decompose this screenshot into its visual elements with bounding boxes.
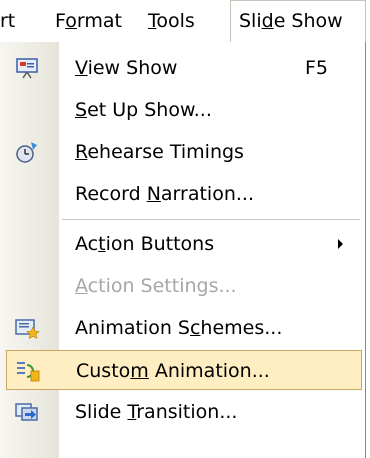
menu-slide-show[interactable]: Slide Show (230, 0, 366, 42)
menu-bar: rt Format Tools Slide Show (0, 0, 370, 42)
menu-item-label: Slide Transition... (75, 401, 238, 423)
menu-item-action-buttons[interactable]: Action Buttons (0, 224, 362, 264)
menu-item-slide-transition[interactable]: Slide Transition... (0, 392, 362, 432)
menu-slide-show-label-b: e Show (273, 10, 343, 32)
menu-item-label: View Show (75, 57, 178, 79)
menu-format-label-a: F (55, 10, 66, 32)
shortcut-label: F5 (305, 57, 329, 79)
menu-tools-label-b: ools (156, 10, 195, 32)
menu-item-label: Action Settings... (75, 275, 237, 297)
menu-format[interactable]: Format (55, 0, 122, 42)
menu-item-custom-animation[interactable]: Custom Animation... (6, 350, 362, 390)
menu-item-rehearse-timings[interactable]: Rehearse Timings (0, 132, 362, 172)
rehearse-timings-icon (14, 140, 40, 164)
menu-item-label: Custom Animation... (76, 360, 270, 382)
view-show-icon (14, 56, 40, 80)
menu-item-set-up-show[interactable]: Set Up Show... (0, 90, 362, 130)
menu-item-label: Rehearse Timings (75, 141, 244, 163)
menu-item-label: Record Narration... (75, 183, 254, 205)
menu-tools[interactable]: Tools (148, 0, 195, 42)
menu-slide-show-accel: d (261, 10, 274, 32)
slide-transition-icon (14, 400, 40, 424)
menu-insert[interactable]: rt (0, 0, 15, 42)
menu-format-accel: o (65, 10, 77, 32)
animation-schemes-icon (14, 316, 40, 340)
menu-item-animation-schemes[interactable]: Animation Schemes... (0, 308, 362, 348)
menu-format-label-b: rmat (76, 10, 122, 32)
menu-item-label: Animation Schemes... (75, 317, 283, 339)
menu-slide-show-label-a: Sli (239, 10, 262, 32)
menu-item-record-narration[interactable]: Record Narration... (0, 174, 362, 214)
menu-separator (62, 219, 360, 220)
menu-item-action-settings: Action Settings... (0, 266, 362, 306)
custom-animation-icon (15, 359, 41, 383)
menu-insert-label: rt (0, 10, 16, 32)
menu-item-view-show[interactable]: View Show F5 (0, 48, 362, 88)
slide-show-dropdown: View Show F5 Set Up Show... Rehearse Tim… (0, 42, 366, 458)
submenu-arrow-icon (338, 239, 343, 249)
menu-item-label: Set Up Show... (75, 99, 212, 121)
menu-item-label: Action Buttons (75, 233, 215, 255)
